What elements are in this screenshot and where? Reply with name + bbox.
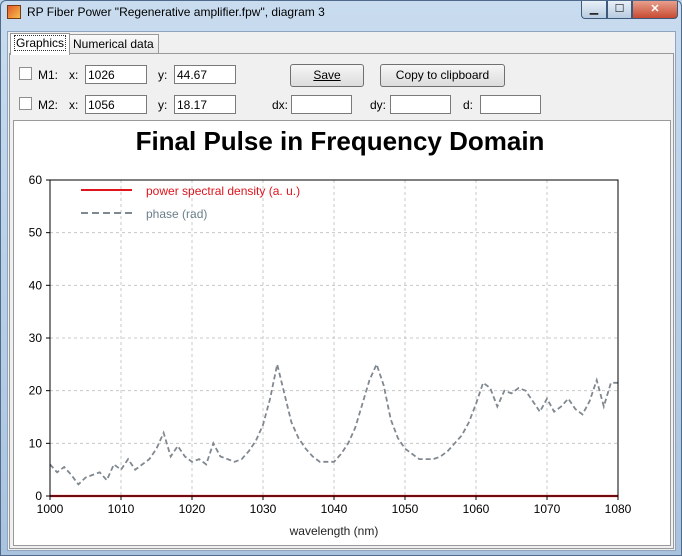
m1-y-field[interactable]	[174, 65, 236, 84]
x-tick-label: 1000	[37, 502, 64, 516]
phase-series-line	[49, 361, 618, 486]
y-tick-label: 60	[29, 173, 43, 187]
legend-phase-label: phase (rad)	[146, 207, 207, 221]
graphics-panel: M1: x: y: Save Copy to clipboard M2: x: …	[9, 53, 674, 549]
client-area: Graphics Numerical data M1: x: y: Save C…	[7, 31, 676, 551]
tab-graphics[interactable]: Graphics	[10, 33, 71, 55]
app-icon	[7, 5, 21, 19]
legend-psd-label: power spectral density (a. u.)	[146, 184, 300, 198]
grid-lines	[50, 180, 618, 496]
m2-x-field[interactable]	[85, 95, 147, 114]
dy-label: dy:	[370, 98, 387, 112]
y-tick-label: 40	[29, 278, 43, 292]
dx-field[interactable]	[291, 95, 352, 114]
x-tick-label: 1050	[392, 502, 419, 516]
x-tick-label: 1080	[605, 502, 632, 516]
maximize-button[interactable]: ☐	[607, 1, 632, 19]
chart-title: Final Pulse in Frequency Domain	[136, 126, 545, 156]
chart-legend: power spectral density (a. u.) phase (ra…	[81, 184, 300, 221]
y-tick-label: 10	[29, 436, 43, 450]
y-tick-label: 0	[35, 489, 42, 503]
x-tick-label: 1030	[250, 502, 277, 516]
x-axis-label: wavelength (nm)	[289, 524, 379, 538]
dy-field[interactable]	[390, 95, 451, 114]
tab-numerical-data[interactable]: Numerical data	[68, 34, 159, 54]
close-button[interactable]: ✕	[632, 1, 678, 19]
m2-y-field[interactable]	[174, 95, 236, 114]
m1-x-label: x:	[69, 68, 79, 82]
m2-y-label: y:	[158, 98, 168, 112]
y-tick-label: 50	[29, 226, 43, 240]
tab-graphics-label: Graphics	[13, 35, 67, 51]
d-field[interactable]	[480, 95, 541, 114]
m1-y-label: y:	[158, 68, 168, 82]
d-label: d:	[463, 98, 474, 112]
m1-label: M1:	[38, 68, 59, 82]
minimize-button[interactable]: ▁	[581, 1, 607, 19]
m2-x-label: x:	[69, 98, 79, 112]
tab-numerical-data-label: Numerical data	[73, 37, 154, 51]
app-window: RP Fiber Power "Regenerative amplifier.f…	[0, 0, 682, 556]
copy-to-clipboard-button[interactable]: Copy to clipboard	[380, 64, 505, 87]
y-tick-label: 30	[29, 331, 43, 345]
m1-checkbox[interactable]	[19, 67, 32, 80]
title-bar[interactable]: RP Fiber Power "Regenerative amplifier.f…	[1, 1, 681, 23]
chart-axes: 1000 1010 1020 1030 1040 1050 1060 1070 10800102…	[29, 173, 632, 516]
window-title: RP Fiber Power "Regenerative amplifier.f…	[27, 5, 325, 19]
x-tick-label: 1070	[534, 502, 561, 516]
save-button-label: Save	[313, 68, 341, 82]
x-tick-label: 1020	[179, 502, 206, 516]
x-tick-label: 1060	[463, 502, 490, 516]
m1-x-field[interactable]	[85, 65, 147, 84]
y-tick-label: 20	[29, 384, 43, 398]
spectrum-chart[interactable]: 1000 1010 1020 1030 1040 1050 1060 1070 10800102…	[14, 121, 670, 545]
m2-label: M2:	[38, 98, 59, 112]
m2-checkbox[interactable]	[19, 97, 32, 110]
x-tick-label: 1010	[108, 502, 135, 516]
save-button[interactable]: Save	[290, 64, 364, 87]
plot-area[interactable]: 1000 1010 1020 1030 1040 1050 1060 1070 1080 0 10 2…	[13, 120, 671, 546]
x-tick-label: 1040	[321, 502, 348, 516]
dx-label: dx:	[272, 98, 289, 112]
